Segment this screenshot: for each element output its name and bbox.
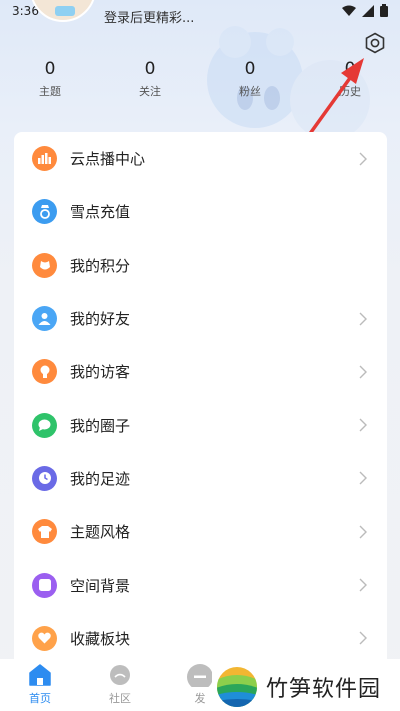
signal-icon [362,4,374,17]
menu-item-friends[interactable]: 我的好友 [14,292,387,345]
stat-following[interactable]: 0 关注 [100,58,200,104]
menu-label: 我的圈子 [70,416,131,435]
stat-topics[interactable]: 0 主题 [0,58,100,104]
square-icon [32,572,57,598]
home-icon [29,664,51,686]
wifi-icon [342,5,356,16]
menu-label: 空间背景 [70,576,131,595]
battery-icon [380,4,388,17]
community-icon [110,665,130,685]
stat-label: 主题 [39,85,61,98]
menu-label: 云点播中心 [70,150,146,169]
menu-label: 我的积分 [70,256,131,275]
menu-label: 主题风格 [70,523,131,542]
menu-label: 雪点充值 [70,203,131,222]
stat-value: 0 [344,59,356,79]
menu-card: 云点播中心 雪点充值 我的积分 我的好友 我的访客 我的圈子 我的足迹 主题风格… [14,132,387,662]
nav-label: 社区 [109,692,131,705]
bulb-icon [32,359,57,385]
stat-label: 关注 [139,85,161,98]
chevron-right-icon [359,525,367,539]
chevron-right-icon [359,152,367,166]
watermark-logo-icon [217,666,257,707]
menu-label: 我的好友 [70,310,131,329]
stat-label: 历史 [339,85,361,98]
chevron-right-icon [359,631,367,645]
chevron-right-icon [359,312,367,326]
chat-icon [32,412,57,438]
menu-item-favorite-boards[interactable]: 收藏板块 [14,612,387,662]
person-icon [32,306,57,332]
menu-item-recharge[interactable]: 雪点充值 [14,185,387,238]
chevron-right-icon [359,418,367,432]
stat-value: 0 [244,59,256,79]
stat-label: 粉丝 [239,85,261,98]
menu-item-vod-center[interactable]: 云点播中心 [14,132,387,185]
watermark-text: 竹笋软件园 [266,676,382,702]
chevron-right-icon [359,471,367,485]
menu-item-visitors[interactable]: 我的访客 [14,345,387,398]
pouch-icon [32,252,57,278]
menu-item-points[interactable]: 我的积分 [14,239,387,292]
menu-item-circles[interactable]: 我的圈子 [14,398,387,451]
bars-icon [32,146,57,172]
stat-value: 0 [144,59,156,79]
shirt-icon [32,519,57,545]
settings-button[interactable] [362,30,388,56]
nav-label: 首页 [29,692,51,705]
stat-value: 0 [44,59,56,79]
heart-icon [32,625,57,651]
menu-label: 我的访客 [70,363,131,382]
stat-fans[interactable]: 0 粉丝 [200,58,300,104]
menu-item-footprints[interactable]: 我的足迹 [14,452,387,505]
menu-label: 我的足迹 [70,469,131,488]
menu-item-theme-style[interactable]: 主题风格 [14,505,387,558]
nav-home[interactable]: 首页 [10,663,70,706]
watermark: 竹笋软件园 [212,662,400,711]
chevron-right-icon [359,578,367,592]
nav-community[interactable]: 社区 [90,663,150,706]
post-icon [187,664,213,687]
gear-icon [365,32,385,54]
chevron-right-icon [359,365,367,379]
status-icons [342,4,388,17]
avatar-bow [55,6,75,16]
menu-label: 收藏板块 [70,629,131,648]
stats-row: 0 主题 0 关注 0 粉丝 0 历史 [0,58,400,104]
stat-history[interactable]: 0 历史 [300,58,400,104]
menu-item-space-background[interactable]: 空间背景 [14,558,387,611]
ring-icon [32,199,57,225]
clock-icon [32,465,57,491]
